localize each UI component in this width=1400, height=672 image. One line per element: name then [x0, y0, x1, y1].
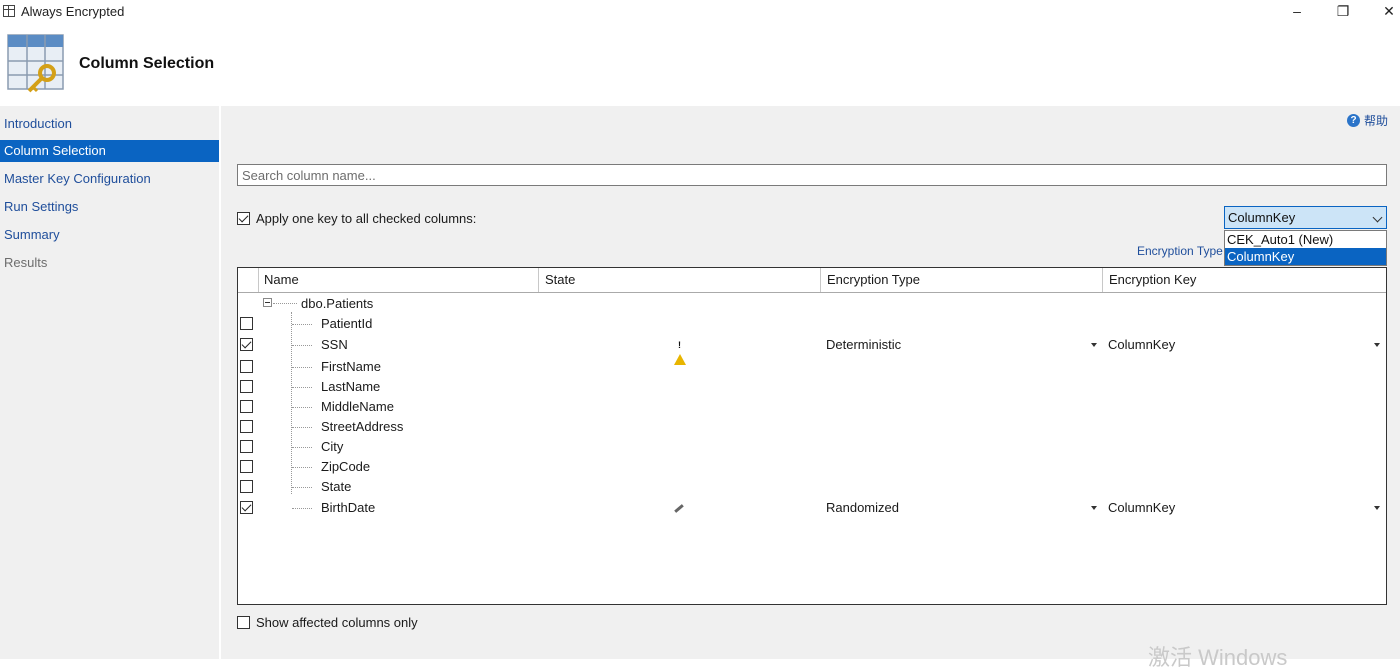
column-name: ZipCode	[321, 459, 371, 474]
dropdown-option-cek-auto1[interactable]: CEK_Auto1 (New)	[1225, 231, 1386, 248]
encryption-type-tooltip: Encryption Type	[1137, 244, 1223, 258]
table-row[interactable]: PatientId	[238, 314, 1386, 334]
encryption-type-value[interactable]: Deterministic	[826, 335, 901, 355]
collapse-icon[interactable]	[263, 298, 272, 307]
table-row[interactable]: FirstName	[238, 357, 1386, 377]
activation-watermark: 激活 Windows	[1148, 645, 1288, 670]
tree-connector	[292, 407, 312, 408]
tree-connector	[292, 467, 312, 468]
tree-connector	[292, 345, 312, 346]
page-title: Column Selection	[79, 55, 215, 72]
column-name: MiddleName	[321, 399, 394, 414]
column-name: FirstName	[321, 359, 381, 374]
tree-row-table[interactable]: dbo.Patients	[238, 294, 1386, 314]
table-row[interactable]: LastName	[238, 377, 1386, 397]
sidebar-item-introduction[interactable]: Introduction	[0, 113, 219, 135]
encryption-key-dropdown-icon[interactable]	[1374, 506, 1380, 510]
row-checkbox[interactable]	[240, 480, 253, 493]
content-panel: ? 帮助 Apply one key to all checked column…	[221, 106, 1400, 659]
table-row[interactable]: State	[238, 477, 1386, 497]
column-name: StreetAddress	[321, 419, 404, 434]
tree-connector	[292, 324, 312, 325]
pencil-icon	[674, 502, 684, 513]
chevron-down-icon	[1372, 212, 1383, 223]
row-checkbox[interactable]	[240, 317, 253, 330]
app-table-icon	[3, 5, 15, 17]
encryption-key-value[interactable]: ColumnKey	[1108, 498, 1175, 518]
tree-connector	[292, 447, 312, 448]
column-name: State	[321, 479, 352, 494]
table-row[interactable]: MiddleName	[238, 397, 1386, 417]
column-name: LastName	[321, 379, 381, 394]
minimize-button[interactable]: –	[1274, 0, 1320, 24]
tree-connector	[292, 427, 312, 428]
row-checkbox[interactable]	[240, 380, 253, 393]
encrypted-table-key-icon	[7, 34, 64, 93]
tree-connector	[292, 367, 312, 368]
table-row[interactable]: City	[238, 437, 1386, 457]
sidebar-item-master-key-configuration[interactable]: Master Key Configuration	[0, 168, 219, 190]
help-label: 帮助	[1364, 114, 1389, 128]
table-row[interactable]: BirthDate Randomized ColumnKey	[238, 498, 1386, 518]
column-key-dropdown-list: CEK_Auto1 (New) ColumnKey	[1224, 230, 1387, 266]
grid-header: Name State Encryption Type Encryption Ke…	[238, 268, 1386, 293]
dropdown-option-columnkey[interactable]: ColumnKey	[1225, 248, 1386, 265]
sidebar-item-summary[interactable]: Summary	[0, 224, 219, 246]
search-column-input[interactable]	[237, 164, 1387, 186]
column-name: BirthDate	[321, 500, 376, 515]
header-name[interactable]: Name	[258, 268, 539, 292]
show-affected-label: Show affected columns only	[256, 615, 418, 630]
table-row[interactable]: StreetAddress	[238, 417, 1386, 437]
column-grid: Name State Encryption Type Encryption Ke…	[237, 267, 1387, 605]
wizard-sidebar: Introduction Column Selection Master Key…	[0, 106, 219, 659]
apply-one-key-row: Apply one key to all checked columns:	[237, 211, 476, 226]
help-link[interactable]: ? 帮助	[1347, 112, 1388, 129]
row-checkbox[interactable]	[240, 440, 253, 453]
encryption-type-dropdown-icon[interactable]	[1091, 506, 1097, 510]
row-checkbox[interactable]	[240, 338, 253, 351]
tree-connector	[273, 303, 297, 304]
apply-one-key-checkbox[interactable]	[237, 212, 250, 225]
wizard-header: Column Selection	[0, 24, 1400, 106]
title-bar: Always Encrypted – ❐ ✕	[0, 0, 1400, 24]
header-encryption-key[interactable]: Encryption Key	[1103, 268, 1386, 292]
show-affected-checkbox[interactable]	[237, 616, 250, 629]
tree-connector	[292, 487, 312, 488]
encryption-key-value[interactable]: ColumnKey	[1108, 335, 1175, 355]
column-name: SSN	[321, 337, 348, 352]
table-name: dbo.Patients	[301, 296, 374, 311]
tree-connector	[292, 508, 312, 509]
encryption-type-dropdown-icon[interactable]	[1091, 343, 1097, 347]
tree-connector	[292, 387, 312, 388]
sidebar-item-results: Results	[4, 255, 48, 270]
row-checkbox[interactable]	[240, 501, 253, 514]
table-row[interactable]: SSN Deterministic ColumnKey	[238, 335, 1386, 365]
column-name: City	[321, 439, 344, 454]
header-encryption-type[interactable]: Encryption Type	[821, 268, 1103, 292]
row-checkbox[interactable]	[240, 460, 253, 473]
encryption-key-dropdown-icon[interactable]	[1374, 343, 1380, 347]
header-state[interactable]: State	[539, 268, 821, 292]
row-checkbox[interactable]	[240, 400, 253, 413]
row-checkbox[interactable]	[240, 360, 253, 373]
help-icon: ?	[1347, 114, 1360, 127]
window-title: Always Encrypted	[21, 4, 125, 19]
column-name: PatientId	[321, 316, 373, 331]
sidebar-item-column-selection[interactable]: Column Selection	[0, 140, 219, 162]
warning-icon	[674, 339, 686, 365]
column-key-select-value: ColumnKey	[1228, 210, 1296, 225]
apply-one-key-label: Apply one key to all checked columns:	[256, 211, 477, 226]
show-affected-row: Show affected columns only	[237, 615, 418, 630]
restore-button[interactable]: ❐	[1320, 0, 1366, 24]
column-key-select[interactable]: ColumnKey	[1224, 206, 1387, 229]
encryption-type-value[interactable]: Randomized	[826, 498, 899, 518]
row-checkbox[interactable]	[240, 420, 253, 433]
close-button[interactable]: ✕	[1366, 0, 1400, 24]
sidebar-item-run-settings[interactable]: Run Settings	[0, 196, 219, 218]
header-checkbox-cell	[238, 268, 259, 292]
table-row[interactable]: ZipCode	[238, 457, 1386, 477]
